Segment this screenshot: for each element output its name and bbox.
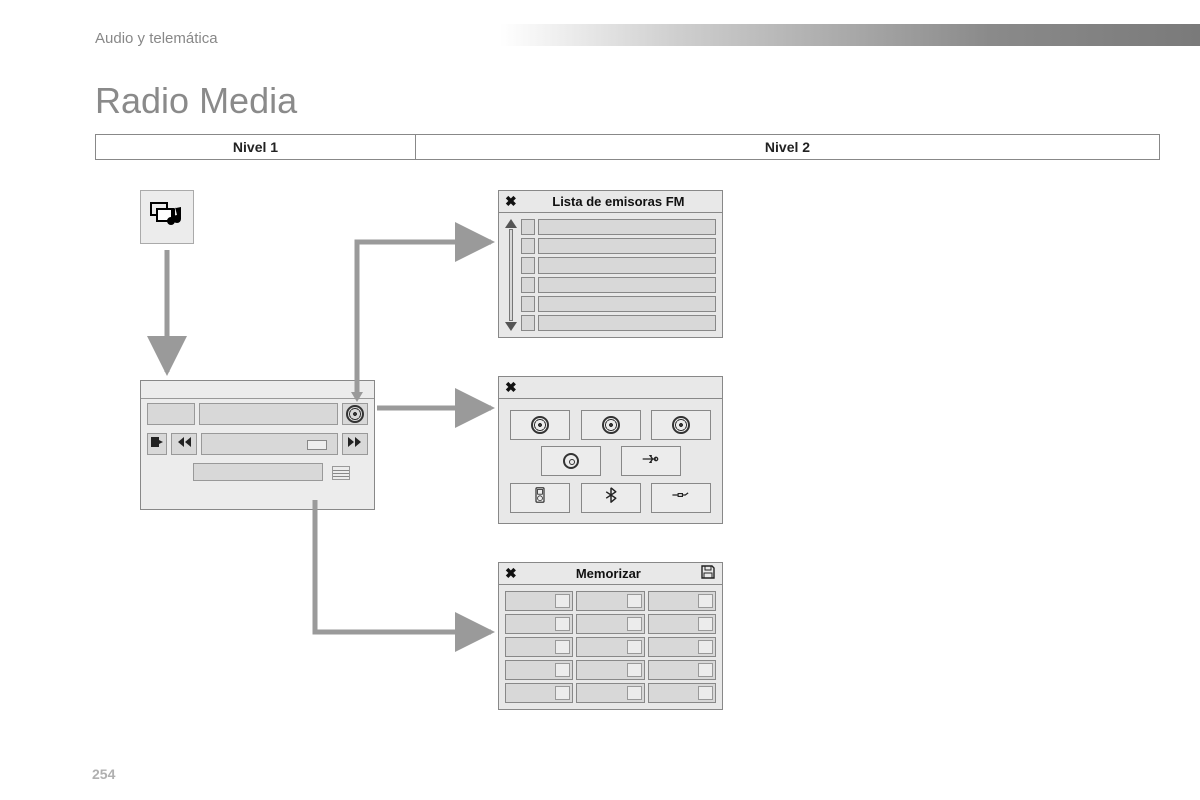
level-header-row: Nivel 1 Nivel 2	[95, 134, 1160, 160]
breadcrumb: Audio y telemática	[95, 30, 218, 47]
header-gradient	[500, 24, 1200, 46]
level-1-header: Nivel 1	[95, 134, 415, 160]
page-title: Radio Media	[95, 80, 297, 122]
flow-arrows	[95, 170, 795, 740]
page-number: 254	[92, 766, 115, 782]
level-2-header: Nivel 2	[415, 134, 1160, 160]
